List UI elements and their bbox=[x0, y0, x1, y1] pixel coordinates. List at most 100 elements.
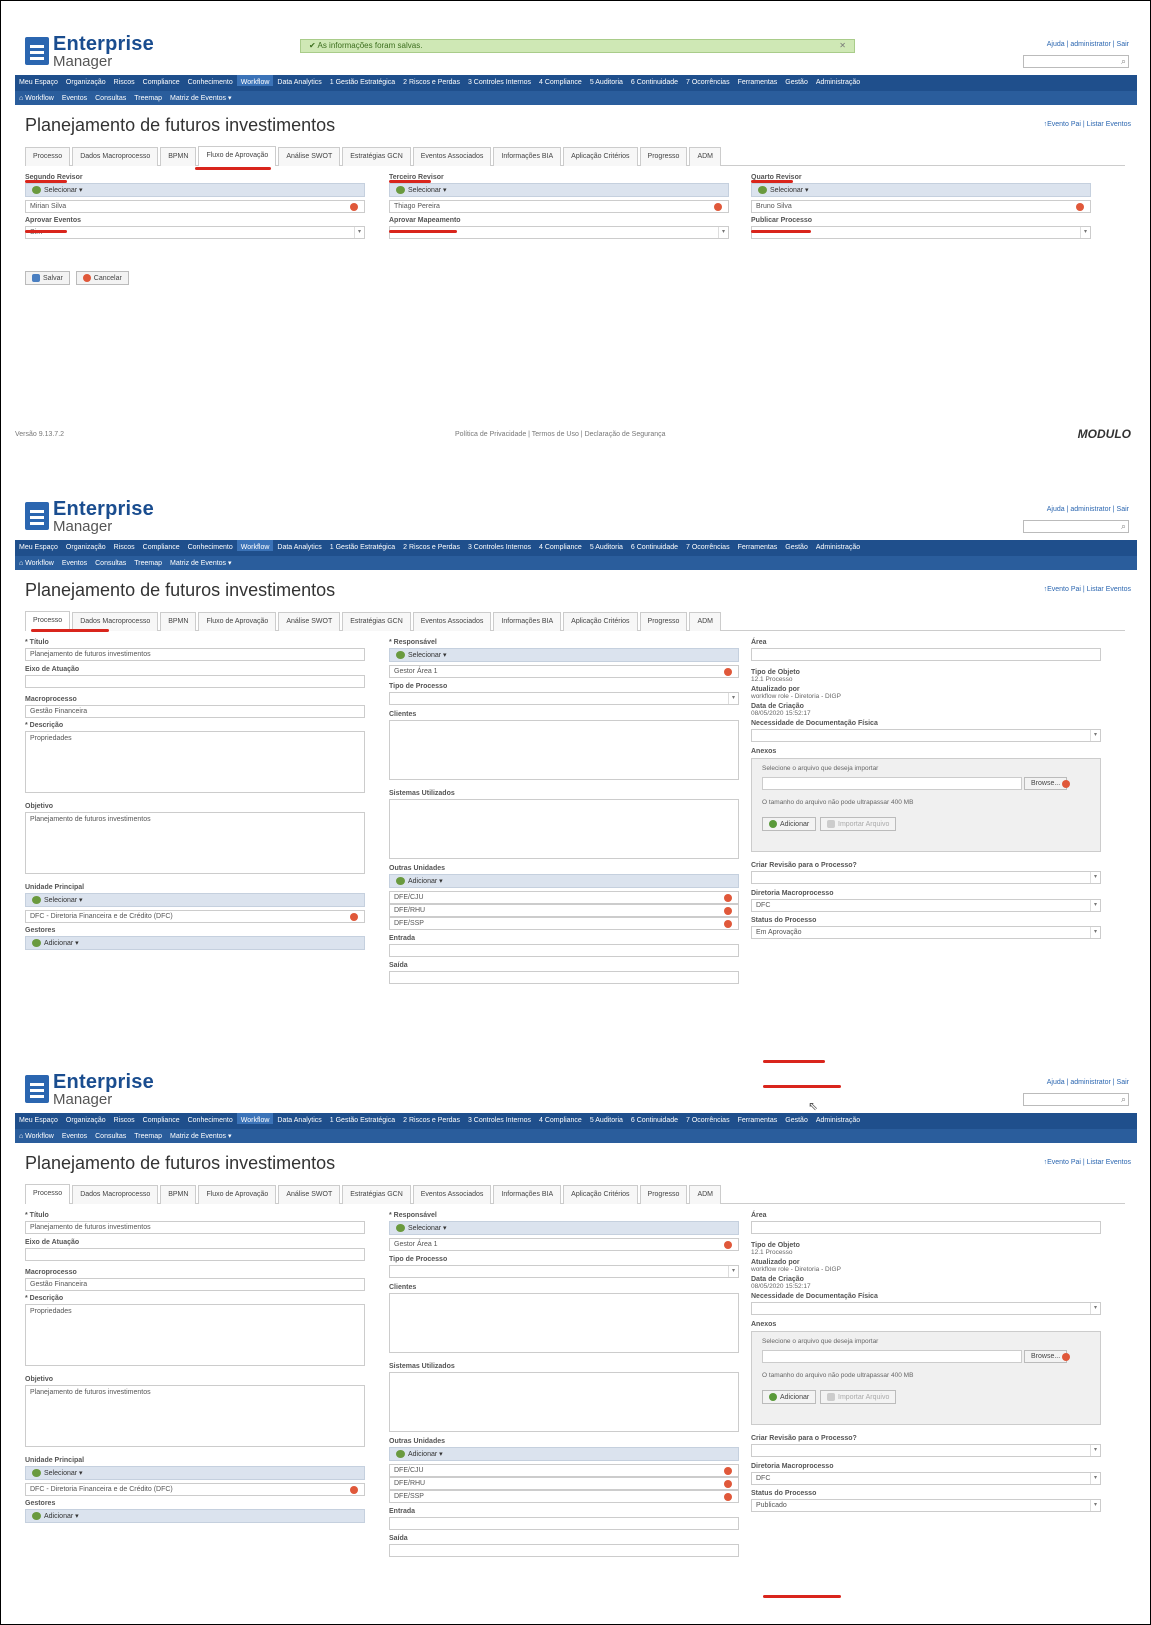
menu-item[interactable]: Gestão bbox=[781, 1113, 812, 1124]
event-links[interactable]: ↑Evento Pai | Listar Eventos bbox=[1044, 121, 1131, 128]
top-links[interactable]: Ajuda | administrator | Sair bbox=[1047, 506, 1129, 513]
submenu-item[interactable]: Consultas bbox=[91, 1130, 130, 1140]
menu-item[interactable]: 4 Compliance bbox=[535, 1113, 586, 1124]
menu-item[interactable]: Ferramentas bbox=[734, 1113, 782, 1124]
tipo-processo-select[interactable]: ▾ bbox=[389, 1265, 739, 1278]
remove-icon[interactable] bbox=[724, 1467, 732, 1475]
menu-item[interactable]: Conhecimento bbox=[184, 1113, 237, 1124]
chevron-down-icon[interactable]: ▾ bbox=[728, 1266, 738, 1277]
tab[interactable]: Dados Macroprocesso bbox=[72, 1185, 159, 1204]
remove-icon[interactable] bbox=[724, 668, 732, 676]
menu-item[interactable]: 3 Controles Internos bbox=[464, 75, 535, 86]
status-select[interactable]: Em Aprovação ▾ bbox=[751, 926, 1101, 939]
save-button[interactable]: Salvar bbox=[25, 271, 70, 285]
eixo-input[interactable] bbox=[25, 675, 365, 688]
add-file-button[interactable]: Adicionar bbox=[762, 817, 817, 831]
menu-item[interactable]: Ferramentas bbox=[734, 75, 782, 86]
tab[interactable]: Aplicação Critérios bbox=[563, 147, 638, 166]
menu-item[interactable]: 6 Continuidade bbox=[627, 75, 682, 86]
submenu-item[interactable]: Matriz de Eventos ▾ bbox=[166, 556, 235, 567]
entrada-input[interactable] bbox=[389, 1517, 739, 1530]
remove-icon[interactable] bbox=[724, 1493, 732, 1501]
top-links[interactable]: Ajuda | administrator | Sair bbox=[1047, 1079, 1129, 1086]
menu-item[interactable]: Conhecimento bbox=[184, 540, 237, 551]
tipo-processo-select[interactable]: ▾ bbox=[389, 692, 739, 705]
objetivo-textarea[interactable]: Planejamento de futuros investimentos bbox=[25, 812, 365, 874]
submenu-item[interactable]: Treemap bbox=[130, 1130, 166, 1140]
select-button[interactable]: Selecionar ▾ bbox=[751, 183, 1091, 197]
submenu-item[interactable]: Treemap bbox=[130, 92, 166, 102]
menu-item[interactable]: Administração bbox=[812, 540, 864, 551]
remove-icon[interactable] bbox=[724, 920, 732, 928]
tab[interactable]: Análise SWOT bbox=[278, 147, 341, 166]
chevron-down-icon[interactable]: ▾ bbox=[1090, 900, 1100, 911]
status-select[interactable]: Publicado ▾ bbox=[751, 1499, 1101, 1512]
menu-item[interactable]: Riscos bbox=[110, 75, 139, 86]
entrada-input[interactable] bbox=[389, 944, 739, 957]
file-input[interactable] bbox=[762, 1350, 1022, 1363]
menu-item[interactable]: Data Analytics bbox=[273, 75, 325, 86]
remove-icon[interactable] bbox=[350, 913, 358, 921]
menu-item[interactable]: Meu Espaço bbox=[15, 540, 62, 551]
import-file-button[interactable]: Importar Arquivo bbox=[820, 1390, 897, 1404]
sistemas-textarea[interactable] bbox=[389, 1372, 739, 1432]
tab[interactable]: Progresso bbox=[639, 1185, 688, 1204]
tab[interactable]: Processo bbox=[25, 1184, 71, 1204]
chevron-down-icon[interactable]: ▾ bbox=[1080, 227, 1090, 238]
tab[interactable]: Estratégias GCN bbox=[342, 1185, 411, 1204]
menu-item[interactable]: Gestão bbox=[781, 75, 812, 86]
revisao-select[interactable]: ▾ bbox=[751, 1444, 1101, 1457]
objetivo-textarea[interactable]: Planejamento de futuros investimentos bbox=[25, 1385, 365, 1447]
remove-icon[interactable] bbox=[724, 894, 732, 902]
submenu-item[interactable]: Consultas bbox=[91, 92, 130, 102]
menu-item[interactable]: Data Analytics bbox=[273, 1113, 325, 1124]
macroprocesso-input[interactable]: Gestão Financeira bbox=[25, 1278, 365, 1291]
menu-item[interactable]: Compliance bbox=[139, 75, 184, 86]
chevron-down-icon[interactable]: ▾ bbox=[354, 227, 364, 238]
diretoria-select[interactable]: DFC ▾ bbox=[751, 1472, 1101, 1485]
menu-item[interactable]: 6 Continuidade bbox=[627, 1113, 682, 1124]
tab[interactable]: Progresso bbox=[639, 147, 688, 166]
menu-item[interactable]: Gestão bbox=[781, 540, 812, 551]
chevron-down-icon[interactable]: ▾ bbox=[1090, 872, 1100, 883]
descricao-textarea[interactable]: Propriedades bbox=[25, 731, 365, 793]
tab[interactable]: Aplicação Critérios bbox=[563, 1185, 638, 1204]
menu-item[interactable]: Administração bbox=[812, 1113, 864, 1124]
tab[interactable]: Fluxo de Aprovação bbox=[198, 612, 277, 631]
titulo-input[interactable]: Planejamento de futuros investimentos bbox=[25, 648, 365, 661]
submenu-item[interactable]: Matriz de Eventos ▾ bbox=[166, 91, 235, 102]
tab[interactable]: ADM bbox=[689, 612, 721, 631]
tab[interactable]: Processo bbox=[25, 147, 71, 166]
tab[interactable]: Eventos Associados bbox=[412, 612, 492, 631]
select-button[interactable]: Selecionar ▾ bbox=[389, 1221, 739, 1235]
descricao-textarea[interactable]: Propriedades bbox=[25, 1304, 365, 1366]
clientes-textarea[interactable] bbox=[389, 1293, 739, 1353]
menu-item[interactable]: 5 Auditoria bbox=[586, 1113, 627, 1124]
menu-item[interactable]: Meu Espaço bbox=[15, 1113, 62, 1124]
menu-item[interactable]: Organização bbox=[62, 540, 110, 551]
tab[interactable]: Análise SWOT bbox=[278, 1185, 341, 1204]
search-icon[interactable]: ⌕ bbox=[1121, 1094, 1126, 1105]
sistemas-textarea[interactable] bbox=[389, 799, 739, 859]
chevron-down-icon[interactable]: ▾ bbox=[728, 693, 738, 704]
tab[interactable]: BPMN bbox=[160, 612, 197, 631]
select-button[interactable]: Selecionar ▾ bbox=[25, 183, 365, 197]
tab[interactable]: Progresso bbox=[639, 612, 688, 631]
remove-icon[interactable] bbox=[724, 1241, 732, 1249]
menu-item[interactable]: 5 Auditoria bbox=[586, 540, 627, 551]
chevron-down-icon[interactable]: ▾ bbox=[1090, 1303, 1100, 1314]
titulo-input[interactable]: Planejamento de futuros investimentos bbox=[25, 1221, 365, 1234]
menu-item[interactable]: 7 Ocorrências bbox=[682, 75, 734, 86]
select-button[interactable]: Selecionar ▾ bbox=[25, 1466, 365, 1480]
menu-item[interactable]: Organização bbox=[62, 1113, 110, 1124]
menu-item[interactable]: Compliance bbox=[139, 1113, 184, 1124]
search-input[interactable]: ⌕ bbox=[1023, 520, 1129, 533]
clientes-textarea[interactable] bbox=[389, 720, 739, 780]
area-input[interactable] bbox=[751, 648, 1101, 661]
tab[interactable]: ADM bbox=[689, 1185, 721, 1204]
search-input[interactable]: ⌕ bbox=[1023, 55, 1129, 68]
search-input[interactable]: ⌕ bbox=[1023, 1093, 1129, 1106]
cancel-button[interactable]: Cancelar bbox=[75, 271, 129, 285]
chevron-down-icon[interactable]: ▾ bbox=[1090, 730, 1100, 741]
browse-button[interactable]: Browse... bbox=[1024, 1350, 1068, 1363]
